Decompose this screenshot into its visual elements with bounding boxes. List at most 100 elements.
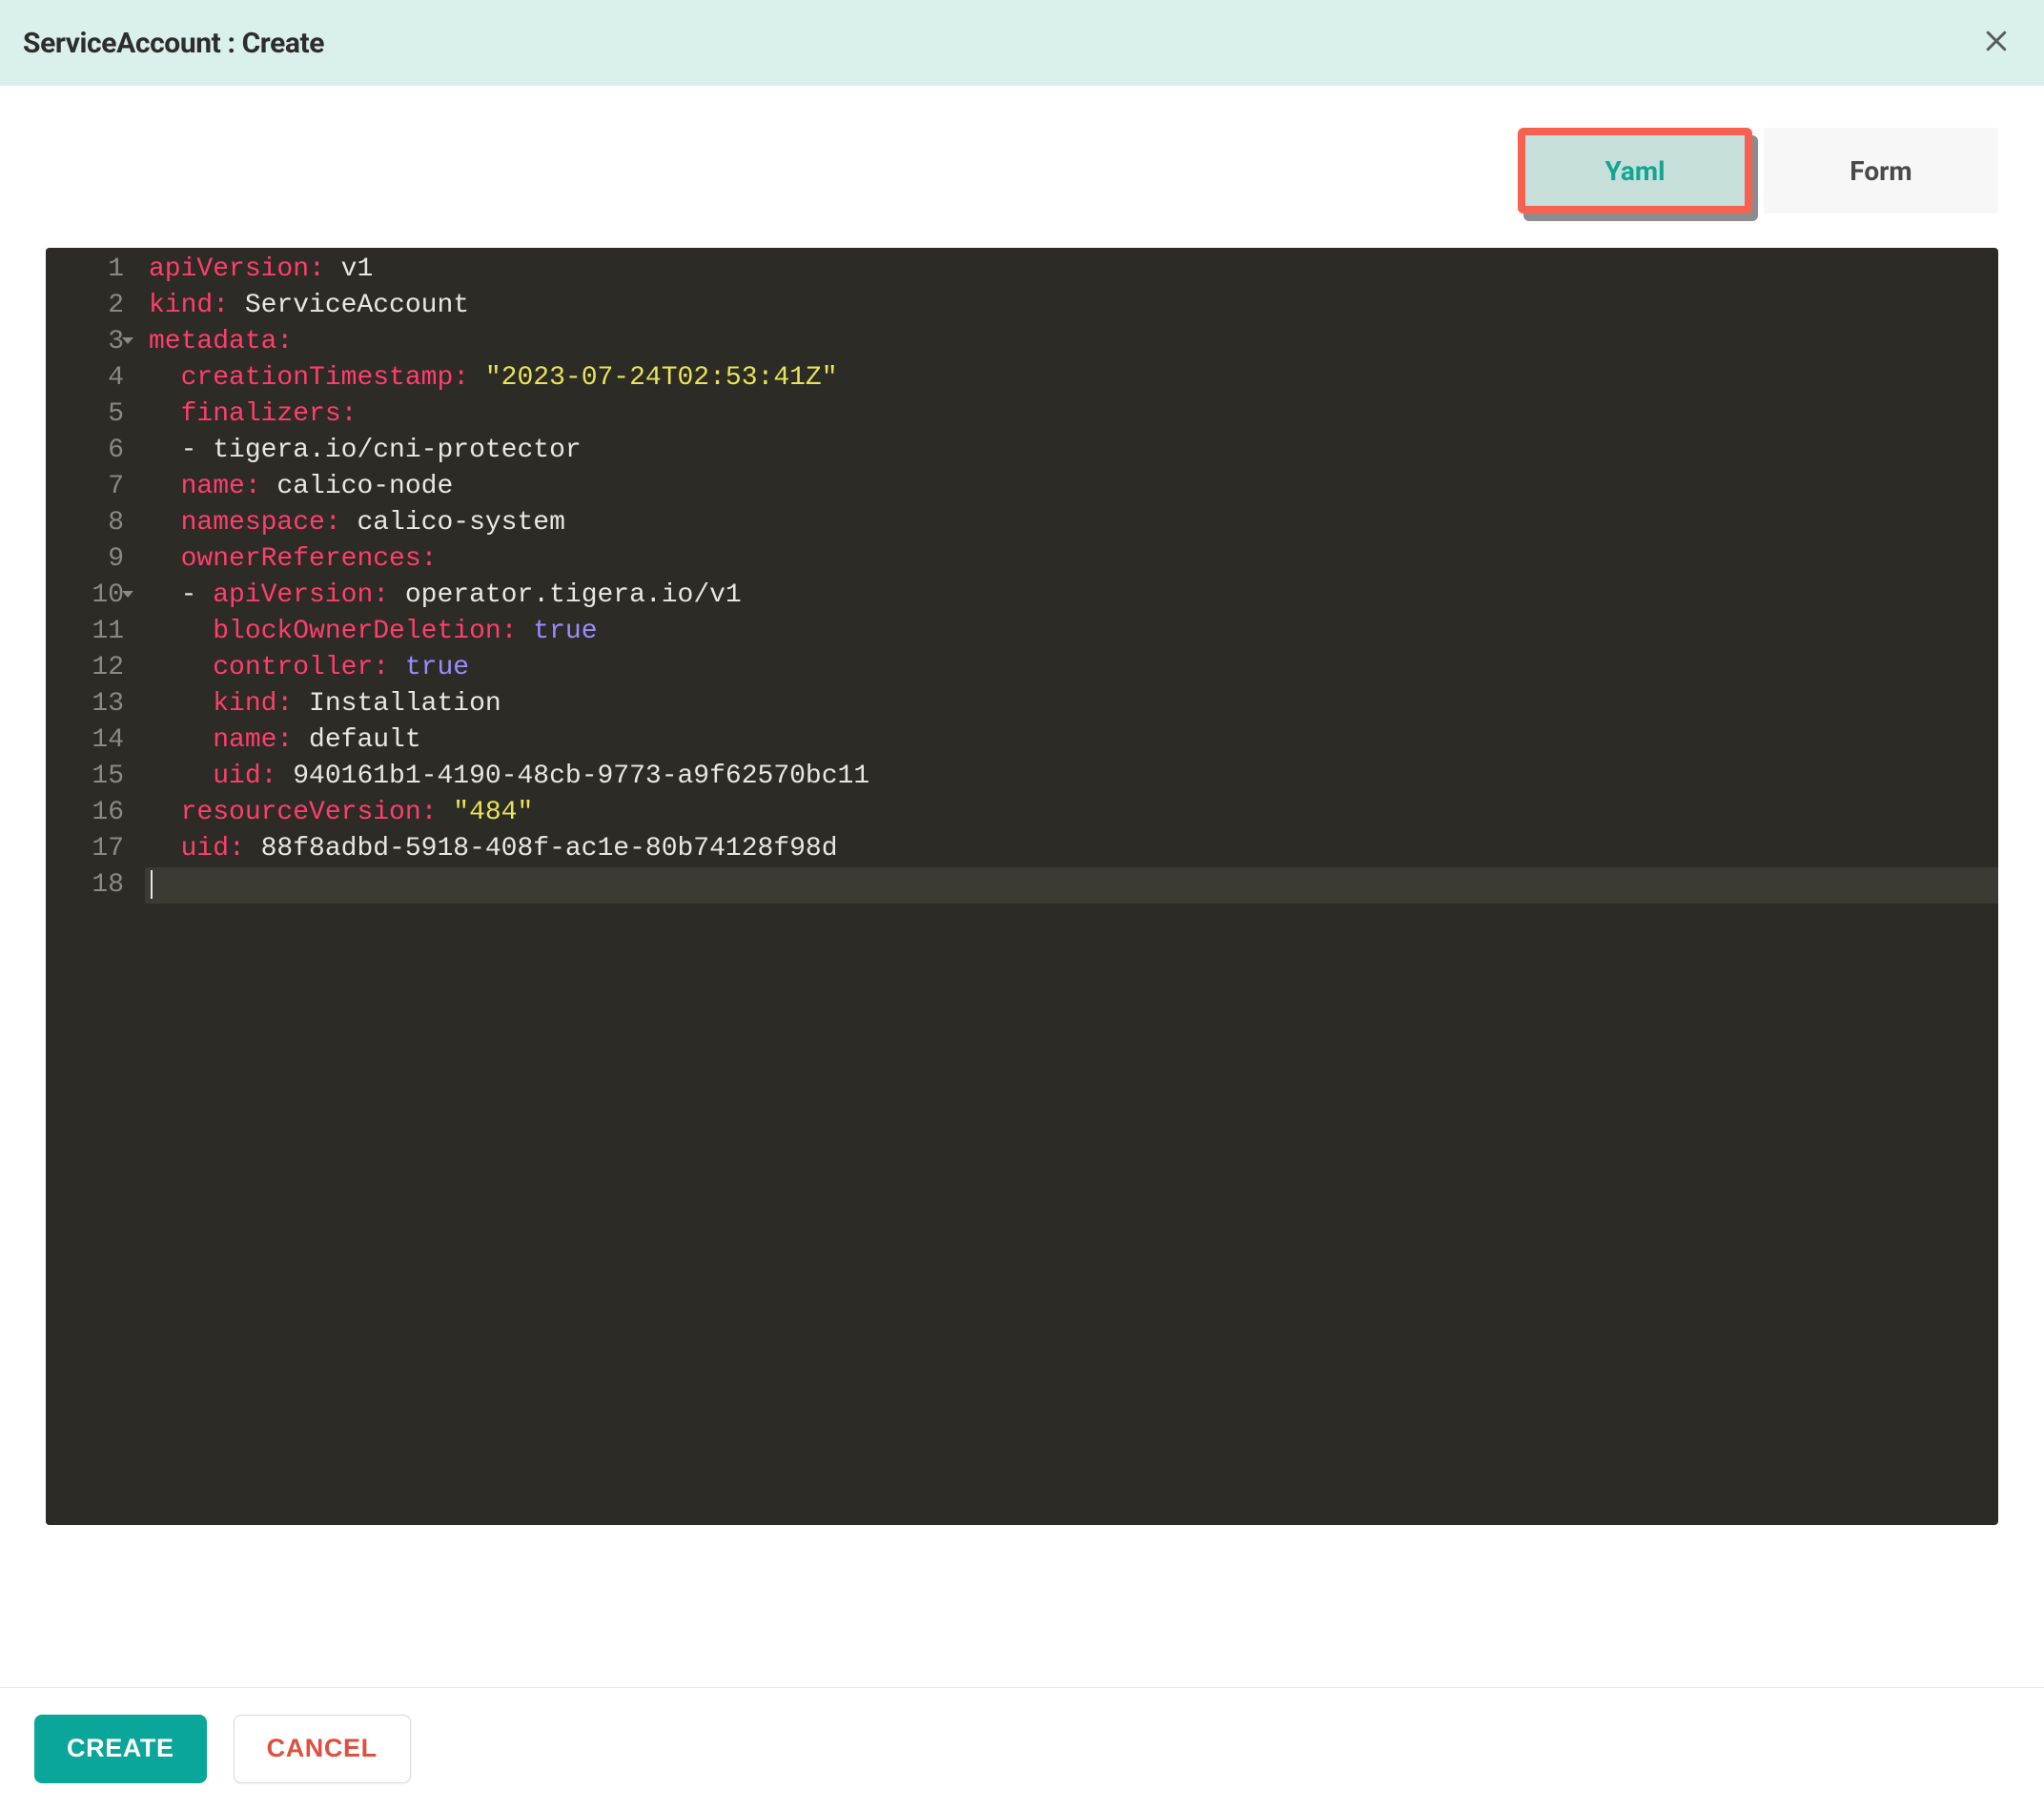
gutter-line: 4 bbox=[46, 360, 124, 396]
code-token: uid: bbox=[181, 834, 245, 864]
code-token: true bbox=[533, 617, 597, 646]
code-line[interactable]: uid: 940161b1-4190-48cb-9773-a9f62570bc1… bbox=[145, 759, 1998, 795]
code-token: uid: bbox=[213, 762, 276, 791]
tab-yaml-label: Yaml bbox=[1605, 155, 1665, 187]
code-line[interactable]: name: calico-node bbox=[145, 469, 1998, 505]
code-token bbox=[469, 363, 485, 393]
tab-form-label: Form bbox=[1850, 155, 1911, 187]
code-token bbox=[149, 762, 213, 791]
code-token: default bbox=[293, 725, 420, 755]
code-token bbox=[149, 363, 181, 393]
code-token: ServiceAccount bbox=[229, 291, 469, 320]
editor-caret bbox=[151, 870, 153, 899]
cancel-button[interactable]: CANCEL bbox=[234, 1715, 411, 1783]
gutter-line: 8 bbox=[46, 505, 124, 541]
gutter-line: 5 bbox=[46, 396, 124, 433]
code-line[interactable]: name: default bbox=[145, 722, 1998, 759]
code-token: operator.tigera.io/v1 bbox=[389, 580, 742, 610]
code-token: true bbox=[405, 653, 469, 682]
code-token bbox=[149, 508, 181, 538]
gutter-line: 10 bbox=[46, 578, 124, 614]
code-token bbox=[149, 436, 181, 465]
code-token: - bbox=[181, 436, 214, 465]
create-button[interactable]: CREATE bbox=[34, 1715, 207, 1783]
gutter-line: 11 bbox=[46, 614, 124, 650]
code-line[interactable]: blockOwnerDeletion: true bbox=[145, 614, 1998, 650]
code-token: kind: bbox=[149, 291, 229, 320]
code-line[interactable]: resourceVersion: "484" bbox=[145, 795, 1998, 831]
gutter-line: 17 bbox=[46, 831, 124, 867]
code-token: name: bbox=[181, 472, 261, 501]
gutter-line: 15 bbox=[46, 759, 124, 795]
code-token bbox=[149, 617, 213, 646]
gutter-line: 12 bbox=[46, 650, 124, 686]
close-icon bbox=[1982, 27, 2011, 59]
code-line[interactable]: metadata: bbox=[145, 324, 1998, 360]
code-token: calico-node bbox=[261, 472, 454, 501]
code-line[interactable] bbox=[145, 867, 1998, 904]
code-line[interactable]: kind: Installation bbox=[145, 686, 1998, 722]
code-line[interactable]: ownerReferences: bbox=[145, 541, 1998, 578]
code-token: namespace: bbox=[181, 508, 341, 538]
code-line[interactable]: - apiVersion: operator.tigera.io/v1 bbox=[145, 578, 1998, 614]
create-button-label: CREATE bbox=[67, 1734, 174, 1763]
code-token: name: bbox=[213, 725, 293, 755]
gutter-line: 1 bbox=[46, 252, 124, 288]
gutter-line: 18 bbox=[46, 867, 124, 904]
code-line[interactable]: kind: ServiceAccount bbox=[145, 288, 1998, 324]
editor-gutter: 123456789101112131415161718 bbox=[46, 248, 137, 1525]
code-token bbox=[149, 580, 181, 610]
close-button[interactable] bbox=[1979, 26, 2013, 60]
code-token: metadata: bbox=[149, 327, 293, 356]
code-token bbox=[149, 798, 181, 827]
code-token: tigera.io/cni-protector bbox=[213, 436, 581, 465]
code-token: apiVersion: bbox=[213, 580, 389, 610]
gutter-line: 2 bbox=[46, 288, 124, 324]
tab-yaml[interactable]: Yaml bbox=[1518, 128, 1752, 213]
code-token: apiVersion: bbox=[149, 254, 325, 284]
code-token bbox=[149, 653, 213, 682]
code-token bbox=[149, 725, 213, 755]
code-token: Installation bbox=[293, 689, 501, 719]
tab-form[interactable]: Form bbox=[1764, 128, 1998, 213]
code-line[interactable]: uid: 88f8adbd-5918-408f-ac1e-80b74128f98… bbox=[145, 831, 1998, 867]
code-token: "484" bbox=[453, 798, 533, 827]
code-token: controller: bbox=[213, 653, 389, 682]
code-line[interactable]: apiVersion: v1 bbox=[145, 252, 1998, 288]
gutter-line: 9 bbox=[46, 541, 124, 578]
dialog-header: ServiceAccount : Create bbox=[0, 0, 2044, 86]
code-token: 88f8adbd-5918-408f-ac1e-80b74128f98d bbox=[245, 834, 838, 864]
code-token: blockOwnerDeletion: bbox=[213, 617, 517, 646]
code-token: ownerReferences: bbox=[181, 544, 438, 574]
gutter-line: 14 bbox=[46, 722, 124, 759]
gutter-line: 6 bbox=[46, 433, 124, 469]
cancel-button-label: CANCEL bbox=[267, 1734, 378, 1763]
code-line[interactable]: finalizers: bbox=[145, 396, 1998, 433]
gutter-line: 16 bbox=[46, 795, 124, 831]
code-token bbox=[517, 617, 533, 646]
code-token: "2023-07-24T02:53:41Z" bbox=[485, 363, 838, 393]
code-token bbox=[149, 472, 181, 501]
code-token bbox=[149, 544, 181, 574]
gutter-line: 13 bbox=[46, 686, 124, 722]
code-token: finalizers: bbox=[181, 399, 358, 429]
code-token bbox=[437, 798, 453, 827]
code-line[interactable]: controller: true bbox=[145, 650, 1998, 686]
editor-code[interactable]: apiVersion: v1kind: ServiceAccountmetada… bbox=[137, 248, 1998, 1525]
code-line[interactable]: creationTimestamp: "2023-07-24T02:53:41Z… bbox=[145, 360, 1998, 396]
dialog-title: ServiceAccount : Create bbox=[23, 27, 324, 60]
tabstrip: Yaml Form bbox=[0, 86, 2044, 213]
code-line[interactable]: - tigera.io/cni-protector bbox=[145, 433, 1998, 469]
code-token bbox=[149, 834, 181, 864]
gutter-line: 7 bbox=[46, 469, 124, 505]
code-token: calico-system bbox=[341, 508, 565, 538]
code-token: kind: bbox=[213, 689, 293, 719]
code-token: creationTimestamp: bbox=[181, 363, 469, 393]
gutter-line: 3 bbox=[46, 324, 124, 360]
dialog-footer: CREATE CANCEL bbox=[0, 1687, 2044, 1809]
code-line[interactable]: namespace: calico-system bbox=[145, 505, 1998, 541]
yaml-editor[interactable]: 123456789101112131415161718 apiVersion: … bbox=[46, 248, 1998, 1525]
code-token bbox=[149, 689, 213, 719]
code-token bbox=[149, 399, 181, 429]
code-token: v1 bbox=[325, 254, 373, 284]
